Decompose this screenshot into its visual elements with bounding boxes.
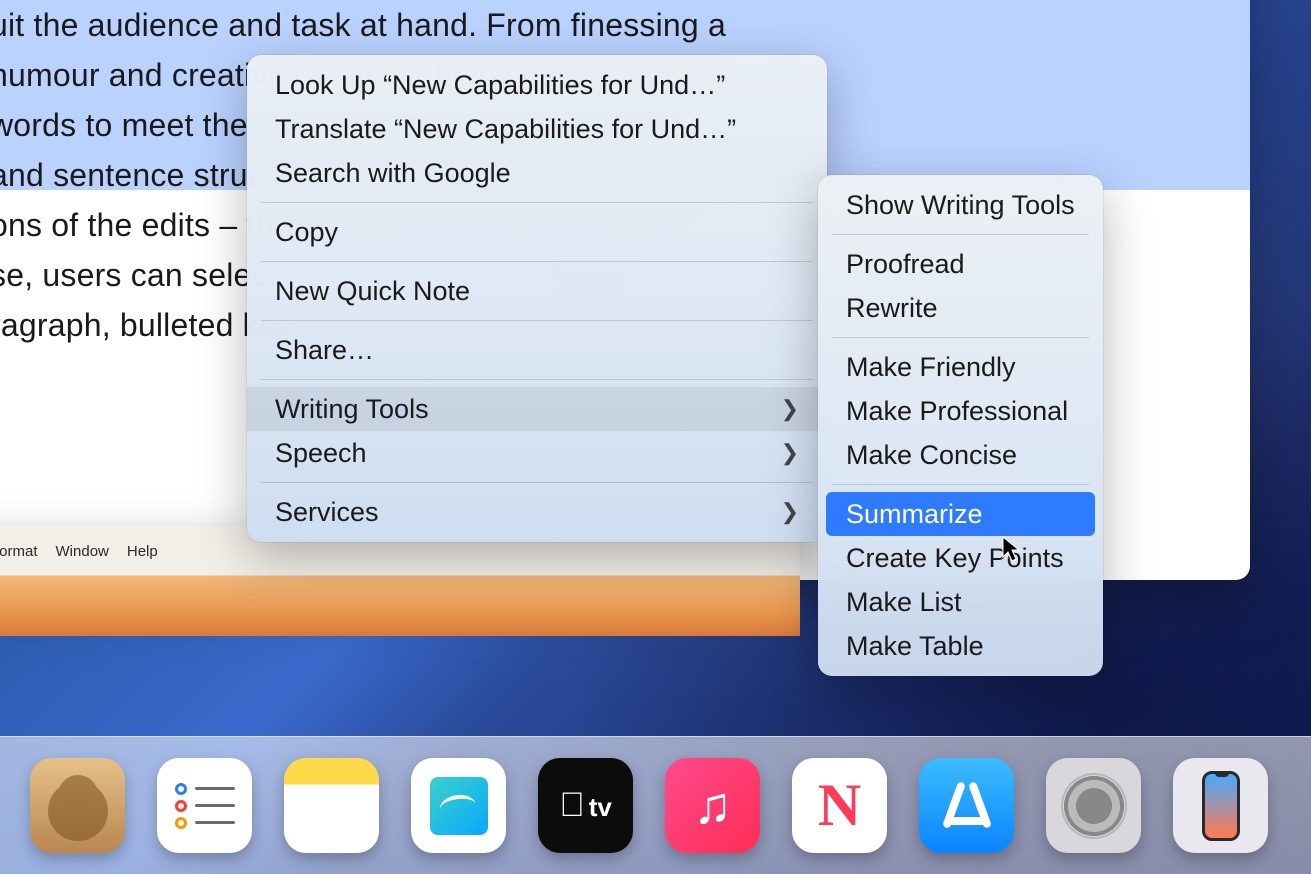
menu-help[interactable]: Help — [127, 543, 158, 560]
menu-separator — [261, 482, 813, 483]
dock-app-news[interactable]: N — [792, 758, 887, 853]
menu-separator — [261, 261, 813, 262]
dock-app-contacts[interactable] — [30, 758, 125, 853]
menu-item-search-google[interactable]: Search with Google — [247, 151, 827, 195]
menu-item-services[interactable]: Services ❯ — [247, 490, 827, 534]
dock-app-music[interactable]: ♫ — [665, 758, 760, 853]
menu-separator — [261, 202, 813, 203]
appstore-icon — [940, 779, 994, 833]
dock: tv ♫ N — [0, 736, 1311, 874]
submenu-item-make-table[interactable]: Make Table — [818, 624, 1103, 668]
menu-separator — [832, 337, 1089, 338]
context-menu: Look Up “New Capabilities for Und…” Tran… — [247, 55, 827, 542]
menu-item-translate[interactable]: Translate “New Capabilities for Und…” — [247, 107, 827, 151]
submenu-item-proofread[interactable]: Proofread — [818, 242, 1103, 286]
appletv-icon: tv — [559, 786, 612, 825]
news-icon: N — [818, 771, 861, 840]
submenu-item-make-professional[interactable]: Make Professional — [818, 389, 1103, 433]
chevron-right-icon: ❯ — [781, 393, 799, 425]
dock-app-appstore[interactable] — [919, 758, 1014, 853]
menu-separator — [261, 379, 813, 380]
menu-item-lookup[interactable]: Look Up “New Capabilities for Und…” — [247, 63, 827, 107]
submenu-item-summarize[interactable]: Summarize — [826, 492, 1095, 536]
dock-app-iphone-mirroring[interactable] — [1173, 758, 1268, 853]
reminders-list-icon — [175, 778, 235, 834]
dock-app-reminders[interactable] — [157, 758, 252, 853]
submenu-item-rewrite[interactable]: Rewrite — [818, 286, 1103, 330]
iphone-icon — [1202, 771, 1240, 841]
desktop: uit the audience and task at hand. From … — [0, 0, 1311, 874]
submenu-item-make-concise[interactable]: Make Concise — [818, 433, 1103, 477]
music-note-icon: ♫ — [693, 776, 732, 836]
menu-item-copy[interactable]: Copy — [247, 210, 827, 254]
freeform-icon — [430, 777, 488, 835]
menu-format[interactable]: Format — [0, 543, 38, 560]
menu-window[interactable]: Window — [56, 543, 109, 560]
gear-icon — [1061, 773, 1127, 839]
menu-separator — [261, 320, 813, 321]
dock-app-system-settings[interactable] — [1046, 758, 1141, 853]
chevron-right-icon: ❯ — [781, 437, 799, 469]
app-menu-bar: Format Window Help — [0, 526, 158, 576]
submenu-item-make-list[interactable]: Make List — [818, 580, 1103, 624]
menu-item-writing-tools[interactable]: Writing Tools ❯ — [247, 387, 827, 431]
menu-separator — [832, 484, 1089, 485]
doc-line: uit the audience and task at hand. From … — [0, 0, 1160, 50]
menu-separator — [832, 234, 1089, 235]
dock-app-freeform[interactable] — [411, 758, 506, 853]
dock-region: tv ♫ N — [0, 714, 1311, 874]
person-silhouette-icon — [58, 775, 98, 815]
submenu-item-show-writing-tools[interactable]: Show Writing Tools — [818, 183, 1103, 227]
dock-app-notes[interactable] — [284, 758, 379, 853]
chevron-right-icon: ❯ — [781, 496, 799, 528]
submenu-item-make-friendly[interactable]: Make Friendly — [818, 345, 1103, 389]
writing-tools-submenu: Show Writing Tools Proofread Rewrite Mak… — [818, 175, 1103, 676]
dock-app-tv[interactable]: tv — [538, 758, 633, 853]
submenu-item-create-key-points[interactable]: Create Key Points — [818, 536, 1103, 580]
menu-item-speech[interactable]: Speech ❯ — [247, 431, 827, 475]
menu-item-new-quick-note[interactable]: New Quick Note — [247, 269, 827, 313]
menu-item-share[interactable]: Share… — [247, 328, 827, 372]
secondary-window-body — [0, 576, 800, 636]
